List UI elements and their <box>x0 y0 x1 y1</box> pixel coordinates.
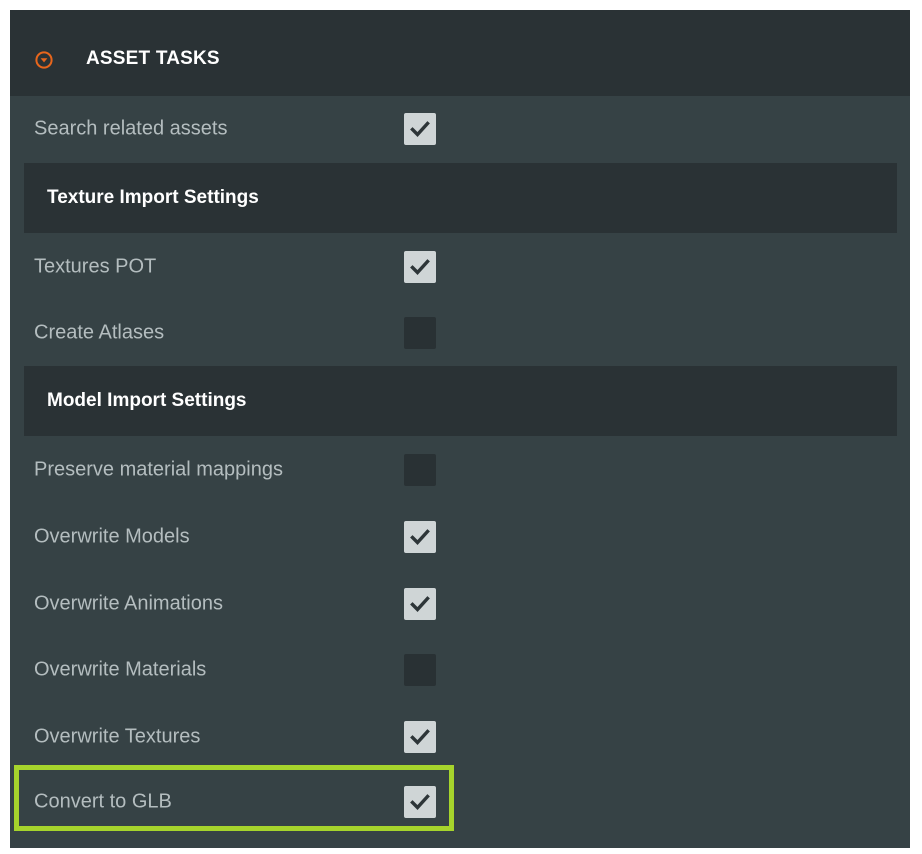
textures-pot-checkbox[interactable] <box>404 251 436 283</box>
overwrite-models-checkbox[interactable] <box>404 521 436 553</box>
checkmark-icon <box>410 121 430 137</box>
row-label: Convert to GLB <box>34 790 172 813</box>
section-header-model-import: Model Import Settings <box>24 366 897 436</box>
row-overwrite-models: Overwrite Models <box>10 504 910 570</box>
preserve-material-mappings-checkbox[interactable] <box>404 454 436 486</box>
row-label: Overwrite Materials <box>34 658 207 681</box>
panel-header[interactable]: ASSET TASKS <box>10 10 910 96</box>
checkmark-icon <box>410 259 430 275</box>
convert-to-glb-checkbox[interactable] <box>404 786 436 818</box>
row-overwrite-textures: Overwrite Textures <box>10 704 910 770</box>
overwrite-materials-checkbox[interactable] <box>404 654 436 686</box>
row-textures-pot: Textures POT <box>10 234 910 300</box>
asset-tasks-panel: ASSET TASKS Search related assets Textur… <box>10 10 910 848</box>
checkmark-icon <box>410 729 430 745</box>
checkmark-icon <box>410 794 430 810</box>
overwrite-textures-checkbox[interactable] <box>404 721 436 753</box>
collapse-circle-icon[interactable] <box>35 51 53 69</box>
row-create-atlases: Create Atlases <box>10 300 910 366</box>
row-label: Create Atlases <box>34 321 165 344</box>
row-overwrite-materials: Overwrite Materials <box>10 637 910 703</box>
row-label: Overwrite Models <box>34 525 190 548</box>
row-convert-to-glb: Convert to GLB <box>10 769 910 835</box>
create-atlases-checkbox[interactable] <box>404 317 436 349</box>
row-overwrite-animations: Overwrite Animations <box>10 571 910 637</box>
row-label: Overwrite Animations <box>34 592 223 615</box>
row-label: Search related assets <box>34 117 228 140</box>
row-preserve-material-mappings: Preserve material mappings <box>10 437 910 503</box>
row-label: Preserve material mappings <box>34 458 283 481</box>
section-title: Texture Import Settings <box>47 187 259 208</box>
search-related-assets-checkbox[interactable] <box>404 113 436 145</box>
row-label: Textures POT <box>34 255 157 278</box>
checkmark-icon <box>410 596 430 612</box>
checkmark-icon <box>410 529 430 545</box>
overwrite-animations-checkbox[interactable] <box>404 588 436 620</box>
section-title: Model Import Settings <box>47 390 247 411</box>
panel-title: ASSET TASKS <box>86 48 220 69</box>
row-search-related-assets: Search related assets <box>10 96 910 162</box>
row-label: Overwrite Textures <box>34 725 201 748</box>
section-header-texture-import: Texture Import Settings <box>24 163 897 233</box>
